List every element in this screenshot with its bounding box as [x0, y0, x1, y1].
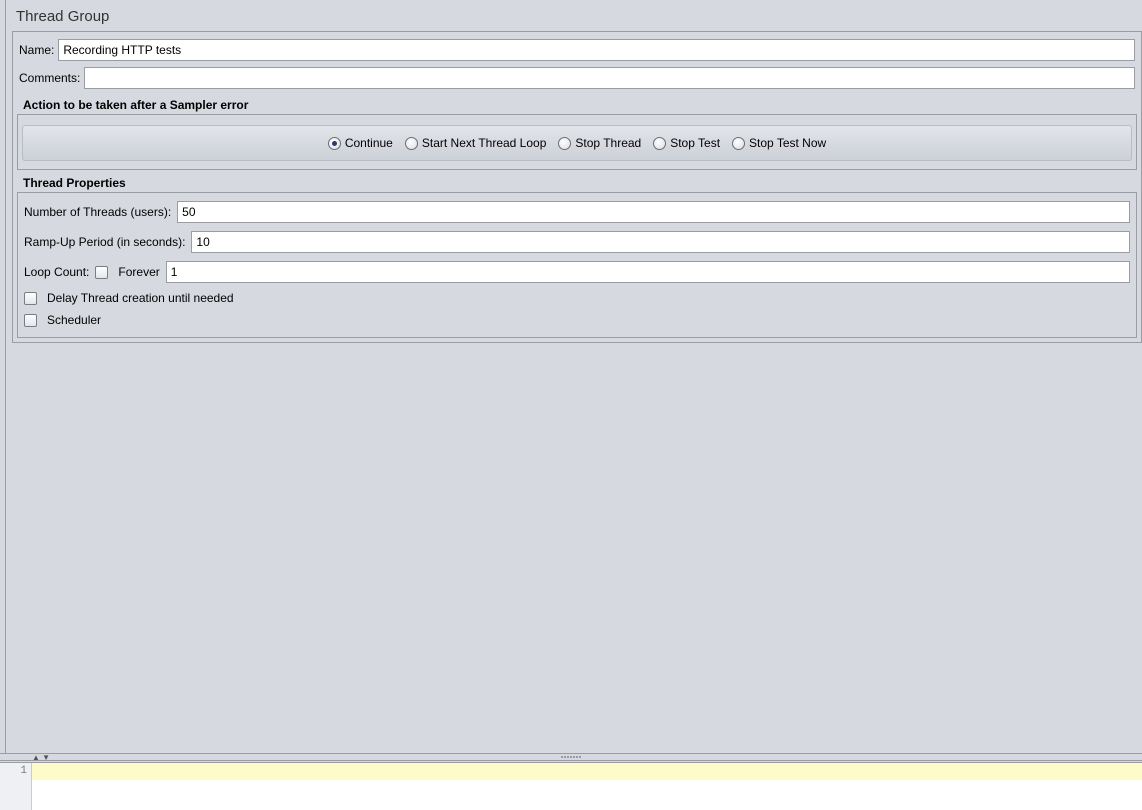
radio-stop-test-label: Stop Test	[670, 136, 720, 150]
scheduler-checkbox[interactable]	[24, 314, 37, 327]
ramp-up-label: Ramp-Up Period (in seconds):	[24, 235, 185, 249]
thread-properties-fieldset: Thread Properties Number of Threads (use…	[17, 176, 1137, 338]
panel-title: Thread Group	[12, 4, 1142, 31]
main-form: Name: Comments: Action to be taken after…	[12, 31, 1142, 343]
radio-icon	[558, 137, 571, 150]
sampler-error-fieldset: Action to be taken after a Sampler error…	[17, 98, 1137, 170]
radio-stop-test[interactable]: Stop Test	[653, 136, 720, 150]
radio-icon	[405, 137, 418, 150]
radio-icon	[328, 137, 341, 150]
line-gutter: 1	[0, 763, 32, 810]
log-panel: 1	[0, 762, 1142, 810]
radio-icon	[732, 137, 745, 150]
radio-stop-thread-label: Stop Thread	[575, 136, 641, 150]
horizontal-splitter[interactable]: ▲ ▼	[0, 753, 1142, 761]
scheduler-label: Scheduler	[47, 313, 101, 327]
comments-label: Comments:	[19, 71, 80, 85]
sampler-error-legend: Action to be taken after a Sampler error	[21, 98, 1141, 112]
delay-checkbox[interactable]	[24, 292, 37, 305]
editor-current-line[interactable]	[32, 763, 1142, 780]
thread-props-legend: Thread Properties	[21, 176, 1141, 190]
delay-label: Delay Thread creation until needed	[47, 291, 234, 305]
num-threads-label: Number of Threads (users):	[24, 205, 171, 219]
comments-input[interactable]	[84, 67, 1135, 89]
radio-stop-thread[interactable]: Stop Thread	[558, 136, 641, 150]
name-input[interactable]	[58, 39, 1135, 61]
splitter-grip-icon	[551, 755, 591, 759]
splitter-arrows-icon: ▲ ▼	[32, 753, 50, 762]
loop-count-input[interactable]	[166, 261, 1130, 283]
left-splitter[interactable]	[0, 0, 6, 754]
forever-label: Forever	[118, 265, 159, 279]
line-number: 1	[0, 765, 27, 777]
radio-continue[interactable]: Continue	[328, 136, 393, 150]
radio-stop-test-now-label: Stop Test Now	[749, 136, 826, 150]
radio-icon	[653, 137, 666, 150]
thread-group-panel: Thread Group Name: Comments: Action to b…	[0, 0, 1142, 343]
radio-start-next[interactable]: Start Next Thread Loop	[405, 136, 547, 150]
radio-stop-test-now[interactable]: Stop Test Now	[732, 136, 826, 150]
forever-checkbox[interactable]	[95, 266, 108, 279]
radio-start-next-label: Start Next Thread Loop	[422, 136, 547, 150]
ramp-up-input[interactable]	[191, 231, 1130, 253]
loop-count-label: Loop Count:	[24, 265, 89, 279]
radio-continue-label: Continue	[345, 136, 393, 150]
name-label: Name:	[19, 43, 54, 57]
num-threads-input[interactable]	[177, 201, 1130, 223]
sampler-error-options: Continue Start Next Thread Loop Stop Thr…	[22, 125, 1132, 161]
